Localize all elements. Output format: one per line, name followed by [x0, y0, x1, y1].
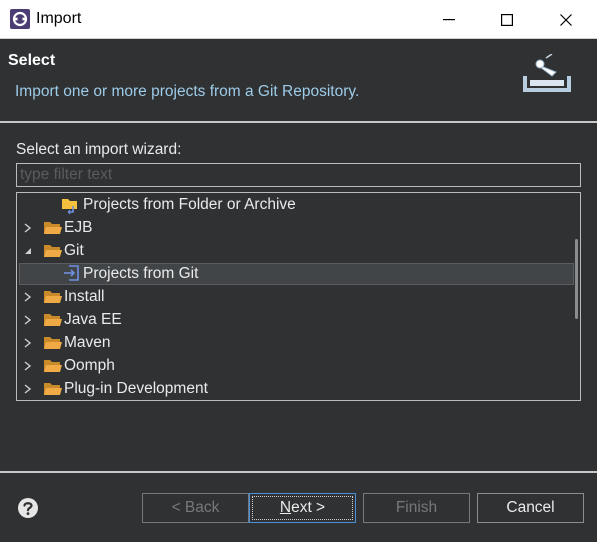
expand-arrow-icon	[24, 315, 32, 325]
filter-input[interactable]	[16, 163, 581, 187]
page-title: Select	[8, 52, 56, 69]
tree-item-label: Java EE	[64, 311, 122, 328]
close-icon	[560, 13, 572, 26]
wizard-header: Select Import one or more projects from …	[0, 39, 597, 121]
folder-icon	[44, 291, 62, 303]
tree-item-label: Install	[64, 288, 105, 305]
folder-icon	[44, 360, 62, 372]
wizard-select-label: Select an import wizard:	[16, 141, 182, 158]
folder-icon	[44, 314, 62, 326]
expand-arrow-icon	[24, 361, 32, 371]
minimize-icon	[443, 18, 455, 20]
tree-item-label: Projects from Folder or Archive	[83, 196, 296, 213]
expand-arrow-icon	[24, 223, 32, 233]
expand-arrow-icon	[24, 338, 32, 348]
tree-item-install[interactable]: Install	[17, 286, 572, 308]
tree-item-ejb[interactable]: EJB	[17, 217, 572, 239]
tree-item-label: Projects from Git	[83, 265, 199, 282]
expand-arrow-icon	[24, 292, 32, 302]
tree-item-label: Git	[64, 242, 84, 259]
footer-separator	[0, 471, 597, 473]
collapse-arrow-icon	[25, 248, 31, 254]
minimize-button[interactable]	[420, 0, 478, 39]
help-icon[interactable]	[17, 497, 39, 519]
cancel-button[interactable]: Cancel	[477, 493, 584, 523]
tree-item-git[interactable]: Git	[17, 240, 572, 262]
page-description: Import one or more projects from a Git R…	[15, 83, 360, 100]
tree-item-oomph[interactable]: Oomph	[17, 355, 572, 377]
tree-item-label: Plug-in Development	[64, 380, 208, 397]
cancel-button-label: Cancel	[506, 499, 555, 516]
header-separator	[0, 121, 597, 123]
tree-item-plugin-development[interactable]: Plug-in Development	[17, 378, 572, 400]
finish-button[interactable]: Finish	[363, 493, 470, 523]
next-button-text: ext >	[291, 499, 326, 516]
wizard-tree[interactable]: Projects from Folder or Archive EJB Git …	[16, 192, 581, 401]
finish-button-label: Finish	[395, 499, 438, 516]
git-import-icon	[64, 265, 79, 281]
tree-item-projects-from-git[interactable]: Projects from Git	[19, 263, 574, 285]
tree-item-java-ee[interactable]: Java EE	[17, 309, 572, 331]
folder-icon	[44, 383, 62, 395]
folder-import-icon	[62, 199, 77, 215]
import-wizard-banner-icon	[523, 54, 571, 92]
close-button[interactable]	[537, 0, 595, 39]
next-button[interactable]: Next >	[249, 493, 356, 523]
eclipse-app-icon	[10, 9, 30, 29]
folder-icon	[44, 337, 62, 349]
folder-icon	[44, 222, 62, 234]
next-button-label: Next >	[252, 496, 353, 520]
maximize-icon	[501, 13, 513, 26]
folder-icon	[44, 245, 62, 257]
tree-scrollbar[interactable]	[575, 239, 578, 319]
expand-arrow-icon	[24, 384, 32, 394]
tree-item-maven[interactable]: Maven	[17, 332, 572, 354]
back-button[interactable]: < Back	[142, 493, 249, 523]
maximize-button[interactable]	[478, 0, 536, 39]
next-mnemonic: N	[279, 499, 292, 516]
back-button-label: < Back	[171, 499, 220, 516]
tree-item-label: Oomph	[64, 357, 115, 374]
tree-item-projects-from-folder[interactable]: Projects from Folder or Archive	[17, 194, 572, 216]
window-title: Import	[36, 10, 82, 27]
tree-item-label: EJB	[64, 219, 93, 236]
tree-item-label: Maven	[64, 334, 111, 351]
title-bar: Import	[0, 0, 597, 39]
